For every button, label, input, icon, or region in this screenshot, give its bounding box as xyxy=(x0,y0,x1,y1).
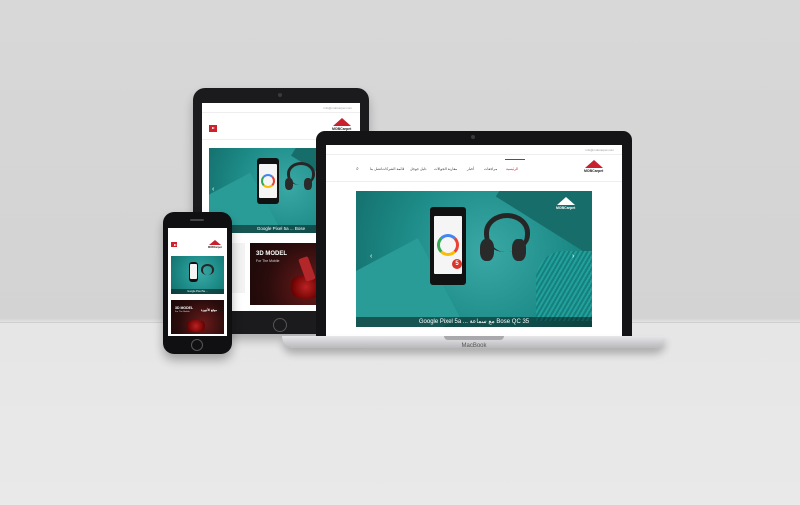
nav-item-reviews[interactable]: مراجعات xyxy=(484,167,497,171)
headphones-image xyxy=(201,264,214,275)
pixel-phone-image xyxy=(189,262,198,282)
headphone-cup xyxy=(304,178,312,190)
laptop-slide-caption[interactable]: Google Pixel 5a ... مع سماعة Bose QC 35 xyxy=(356,317,592,327)
pixel-five-badge: 5 xyxy=(452,259,462,269)
phone-promo-card[interactable]: 3D MODEL For The Mobile موقع الأجهزة xyxy=(171,300,224,334)
tablet-site-logo[interactable]: MOBCarpet xyxy=(332,118,351,131)
laptop-camera xyxy=(471,135,475,139)
tablet-camera xyxy=(278,93,282,97)
laptop-site-logo[interactable]: MOBCarpet xyxy=(584,160,603,173)
phone-hero-slider[interactable]: Google Pixel 5a ... xyxy=(171,256,224,294)
hero-brand-watermark: MOBCarpet xyxy=(556,197,575,210)
laptop-topbar-contact[interactable]: info@mobcarpet.com xyxy=(585,148,614,152)
nav-item-contact[interactable]: اتصل بنا xyxy=(370,167,382,171)
promo-title: 3D MODEL xyxy=(256,251,288,257)
nav-item-news[interactable]: أخبار xyxy=(467,167,474,171)
nav-item-home[interactable]: الرئيسية xyxy=(506,167,518,171)
logo-mark-icon xyxy=(208,240,221,245)
promo-title: 3D MODEL xyxy=(175,306,194,310)
chevron-left-icon[interactable]: ‹ xyxy=(212,186,214,193)
laptop-device: info@mobcarpet.com MOBCarpet الرئيسية مر… xyxy=(316,131,632,336)
tablet-topbar-contact[interactable]: info@mobcarpet.com xyxy=(323,106,352,110)
phone-device: MOBCarpet Google Pixel 5a ... 3D MODEL F… xyxy=(163,212,232,354)
logo-mark-icon xyxy=(584,160,603,168)
laptop-hero-slider[interactable]: 5 MOBCarpet ‹ › Google Pixel 5a ... مع س… xyxy=(356,191,592,327)
promo-subtitle: For The Mobile xyxy=(175,311,190,313)
textured-carpet-pattern xyxy=(536,251,592,321)
laptop-main-nav: MOBCarpet الرئيسية مراجعات أخبار مقارنة … xyxy=(326,155,622,182)
logo-mark-icon xyxy=(556,197,575,205)
search-icon[interactable]: ⌕ xyxy=(356,166,359,172)
headphone-cup xyxy=(512,239,526,261)
headphone-cup xyxy=(285,178,293,190)
pixel-phone-image xyxy=(257,158,279,204)
nav-active-indicator xyxy=(505,159,525,160)
logo-mark-icon xyxy=(332,118,351,126)
nav-item-compare[interactable]: مقارنة الجوالات xyxy=(434,167,457,171)
google-logo-icon xyxy=(260,173,275,188)
chevron-left-icon[interactable]: ‹ xyxy=(370,253,372,260)
laptop-topbar: info@mobcarpet.com xyxy=(326,145,622,155)
nav-item-google-guide[interactable]: دليل جوجل xyxy=(410,167,427,171)
laptop-brand-label: MacBook xyxy=(461,343,487,349)
phone-screen: MOBCarpet Google Pixel 5a ... 3D MODEL F… xyxy=(168,228,227,336)
phone-slide-caption[interactable]: Google Pixel 5a ... xyxy=(171,289,224,294)
tablet-menu-button[interactable] xyxy=(209,125,217,132)
nav-item-companies[interactable]: قائمة الشركات xyxy=(382,167,404,171)
tablet-home-button xyxy=(273,318,287,332)
tablet-topbar: info@mobcarpet.com xyxy=(202,103,360,113)
phone-logo-text: MOBCarpet xyxy=(208,246,222,249)
pixel-phone-image: 5 xyxy=(430,207,466,285)
phone-site-logo[interactable]: MOBCarpet xyxy=(208,240,222,249)
phone-home-button xyxy=(191,339,203,351)
phone-menu-button[interactable] xyxy=(171,242,177,247)
laptop-hinge-notch xyxy=(444,336,504,340)
hero-watermark-text: MOBCarpet xyxy=(556,206,576,210)
promo-subtitle: For The Mobile xyxy=(256,259,280,263)
google-logo-icon xyxy=(436,234,459,257)
laptop-screen: info@mobcarpet.com MOBCarpet الرئيسية مر… xyxy=(326,145,622,336)
chevron-right-icon[interactable]: › xyxy=(572,253,574,260)
promo-arabic-text: موقع الأجهزة xyxy=(201,308,218,312)
device-mockup-scene: info@mobcarpet.com MOBCarpet ‹ Google Pi… xyxy=(0,0,800,505)
headphone-cup xyxy=(480,239,494,261)
phone-speaker xyxy=(190,219,204,221)
promo-splash-graphic xyxy=(185,320,207,332)
laptop-logo-text: MOBCarpet xyxy=(584,169,604,173)
